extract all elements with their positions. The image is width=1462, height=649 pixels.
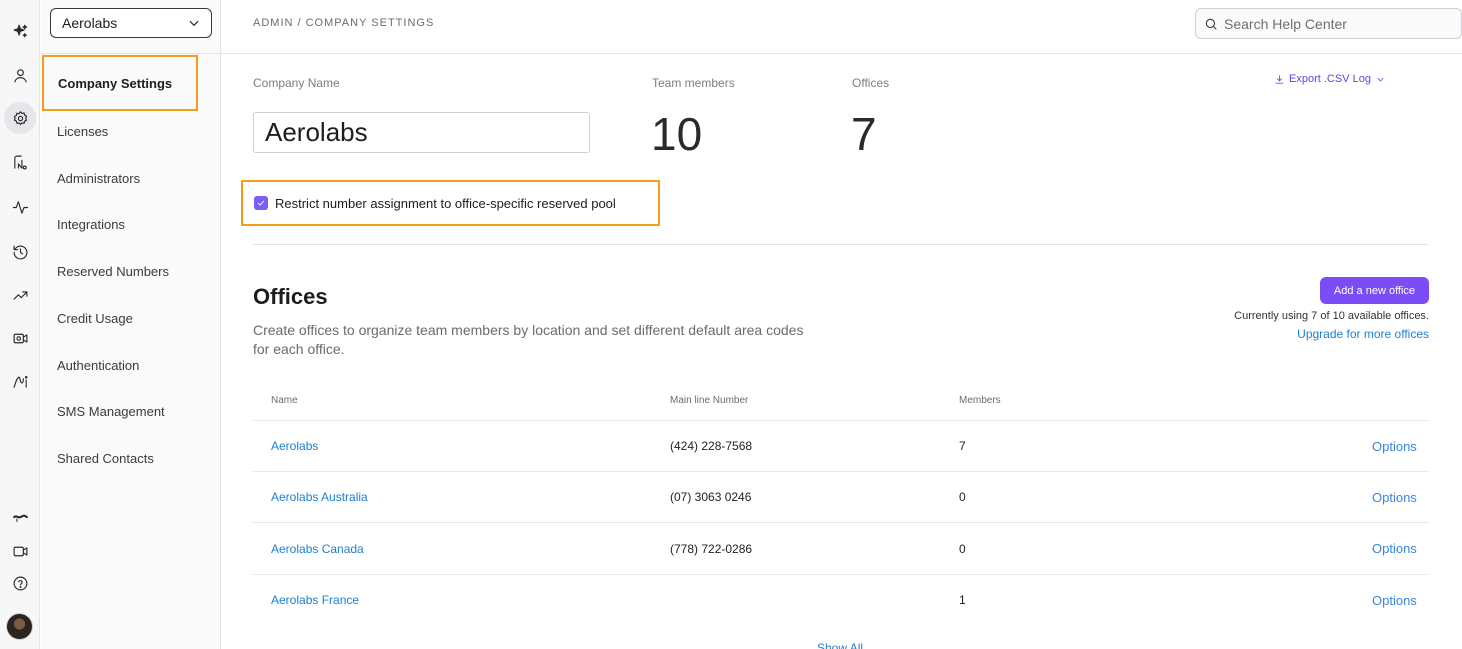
settings-sidebar: Aerolabs Company Settings Licenses Admin…	[41, 0, 221, 649]
export-label: Export .CSV Log	[1289, 73, 1371, 85]
offices-title: Offices	[253, 284, 328, 309]
upgrade-offices-link[interactable]: Upgrade for more offices	[1297, 327, 1429, 341]
office-members: 1	[959, 593, 966, 607]
download-icon	[1275, 74, 1284, 84]
check-icon	[257, 200, 265, 206]
office-members: 0	[959, 542, 966, 556]
offices-count-label: Offices	[852, 76, 890, 90]
chevron-down-icon	[1377, 77, 1384, 81]
add-office-button[interactable]: Add a new office	[1320, 277, 1429, 304]
office-main-line: (424) 228-7568	[670, 439, 753, 453]
search-icon	[1205, 18, 1217, 30]
sidebar-item-sms-management[interactable]: SMS Management	[57, 404, 165, 419]
workspace-name: Aerolabs	[62, 15, 118, 31]
sidebar-item-credit-usage[interactable]: Credit Usage	[57, 311, 133, 326]
restrict-checkbox[interactable]	[254, 196, 268, 210]
office-options-link[interactable]: Options	[1372, 490, 1417, 505]
search-input[interactable]	[1224, 15, 1454, 32]
team-members-label: Team members	[652, 76, 735, 90]
restrict-number-option[interactable]: Restrict number assignment to office-spe…	[241, 180, 660, 226]
sidebar-item-integrations[interactable]: Integrations	[57, 217, 125, 232]
office-main-line: (07) 3063 0246	[670, 490, 752, 504]
office-members: 0	[959, 490, 966, 504]
breadcrumb: ADMIN / COMPANY SETTINGS	[253, 17, 435, 29]
team-members-count: 10	[651, 108, 703, 160]
sidebar-item-administrators[interactable]: Administrators	[57, 171, 140, 186]
office-name-link[interactable]: Aerolabs France	[271, 593, 359, 607]
office-options-link[interactable]: Options	[1372, 541, 1417, 556]
camera-icon[interactable]	[4, 322, 36, 354]
office-name-link[interactable]: Aerolabs Australia	[271, 490, 368, 504]
person-icon[interactable]	[4, 59, 36, 91]
column-header-name: Name	[271, 395, 298, 406]
chevron-down-icon	[189, 20, 199, 27]
ai-logo-icon[interactable]	[4, 365, 36, 397]
video-icon[interactable]	[4, 535, 36, 567]
divider	[221, 53, 1462, 54]
activity-icon[interactable]	[4, 191, 36, 223]
sparkle-icon[interactable]	[4, 15, 36, 47]
sidebar-item-licenses[interactable]: Licenses	[57, 124, 108, 139]
gear-icon[interactable]	[4, 102, 36, 134]
office-usage-text: Currently using 7 of 10 available office…	[1234, 310, 1429, 322]
divider	[253, 574, 1429, 575]
divider	[253, 244, 1429, 245]
office-name-link[interactable]: Aerolabs	[271, 439, 318, 453]
history-icon[interactable]	[4, 236, 36, 268]
avatar[interactable]	[6, 613, 33, 640]
routing-icon[interactable]	[4, 146, 36, 178]
office-main-line: (778) 722-0286	[670, 542, 753, 556]
divider	[41, 53, 221, 54]
offices-count: 7	[851, 108, 877, 160]
divider	[253, 471, 1429, 472]
office-members: 7	[959, 439, 966, 453]
sidebar-item-reserved-numbers[interactable]: Reserved Numbers	[57, 264, 169, 279]
sidebar-item-company-settings[interactable]: Company Settings	[42, 55, 198, 111]
column-header-main-line: Main line Number	[670, 395, 749, 406]
offices-description: Create offices to organize team members …	[253, 322, 804, 357]
divider	[253, 420, 1429, 421]
show-all-link[interactable]: Show All	[817, 641, 863, 649]
company-name-input[interactable]	[253, 112, 590, 153]
company-name-label: Company Name	[253, 76, 340, 90]
sidebar-item-shared-contacts[interactable]: Shared Contacts	[57, 451, 154, 466]
help-icon[interactable]	[4, 567, 36, 599]
sidebar-item-authentication[interactable]: Authentication	[57, 358, 139, 373]
column-header-members: Members	[959, 395, 1001, 406]
office-options-link[interactable]: Options	[1372, 439, 1417, 454]
icon-rail	[0, 0, 40, 649]
megaphone-icon[interactable]	[4, 502, 36, 534]
restrict-label: Restrict number assignment to office-spe…	[275, 195, 616, 211]
workspace-select[interactable]: Aerolabs	[50, 8, 212, 38]
export-csv-button[interactable]: Export .CSV Log	[1274, 73, 1386, 85]
search-box[interactable]	[1195, 8, 1462, 39]
office-name-link[interactable]: Aerolabs Canada	[271, 542, 364, 556]
office-options-link[interactable]: Options	[1372, 593, 1417, 608]
trending-icon[interactable]	[4, 279, 36, 311]
divider	[253, 522, 1429, 523]
